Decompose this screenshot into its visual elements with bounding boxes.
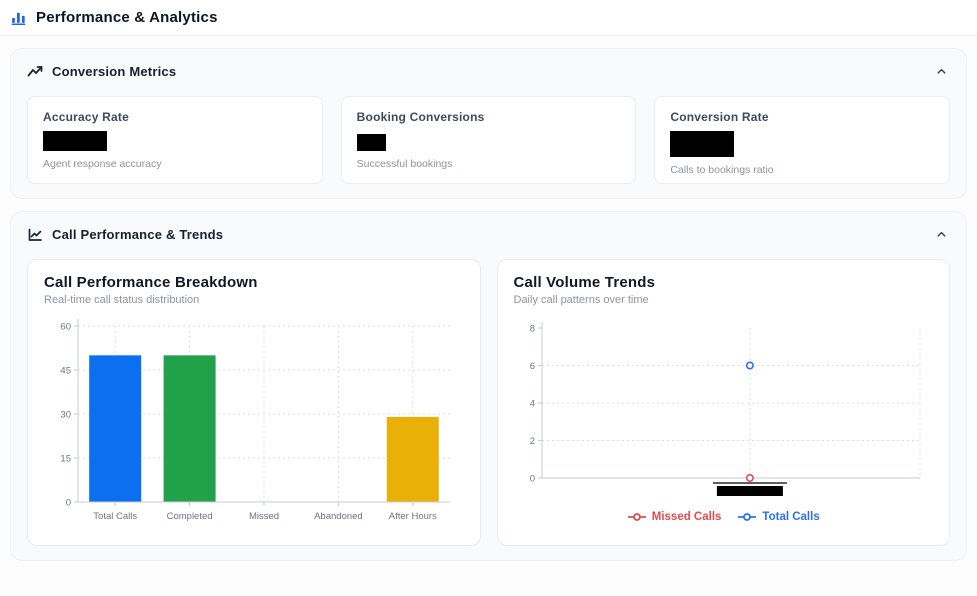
trending-up-icon — [27, 65, 43, 76]
metric-card-accuracy-rate: Accuracy Rate Agent response accuracy — [27, 96, 323, 184]
metric-cards-row: Accuracy Rate Agent response accuracy Bo… — [27, 96, 951, 184]
chart-title: Call Performance Breakdown — [44, 274, 258, 291]
chevron-up-icon — [937, 68, 946, 74]
call-performance-trends-title: Call Performance & Trends — [52, 227, 224, 242]
svg-text:30: 30 — [60, 410, 71, 421]
svg-text:2: 2 — [529, 436, 534, 447]
chart-legend: Missed Calls Total Calls — [514, 511, 934, 523]
missed-calls-marker-icon — [627, 513, 646, 521]
conversion-metrics-section: Conversion Metrics Accuracy Rate Agent r… — [10, 48, 967, 199]
total-calls-marker-icon — [738, 513, 757, 521]
svg-text:Completed: Completed — [167, 511, 213, 522]
metric-card-booking-conversions: Booking Conversions Successful bookings — [340, 96, 637, 184]
svg-text:6: 6 — [529, 361, 534, 372]
svg-text:8: 8 — [529, 324, 534, 335]
metric-title: Conversion Rate — [670, 110, 769, 124]
svg-text:Missed: Missed — [249, 511, 279, 522]
metric-subtitle: Calls to bookings ratio — [670, 164, 774, 176]
svg-text:Total Calls: Total Calls — [93, 511, 137, 522]
chart-title: Call Volume Trends — [513, 274, 656, 291]
call-performance-trends-header: Call Performance & Trends — [27, 226, 950, 243]
metric-subtitle: Agent response accuracy — [43, 158, 162, 170]
bar-chart: 0 15 30 45 60 Total Calls Completed Missed Aband… — [60, 319, 450, 522]
svg-text:0: 0 — [529, 474, 534, 485]
metric-title: Accuracy Rate — [43, 110, 129, 124]
chart-card-call-performance-breakdown: Call Performance Breakdown Real-time cal… — [27, 259, 481, 546]
collapse-conversion-section-button[interactable] — [933, 63, 950, 80]
conversion-metrics-header: Conversion Metrics — [27, 63, 950, 80]
bar-chart-icon — [11, 12, 26, 26]
redacted-value — [356, 134, 386, 151]
svg-text:45: 45 — [60, 366, 71, 377]
chevron-up-icon — [937, 231, 946, 237]
svg-text:Abandoned: Abandoned — [314, 511, 363, 522]
svg-text:0: 0 — [66, 498, 71, 509]
charts-row: Call Performance Breakdown Real-time cal… — [27, 259, 950, 546]
page-title: Performance & Analytics — [36, 9, 218, 26]
metric-card-conversion-rate: Conversion Rate Calls to bookings ratio — [654, 96, 951, 184]
redacted-value — [670, 131, 735, 157]
call-performance-trends-section: Call Performance & Trends Call Performan… — [10, 211, 967, 561]
chart-subtitle: Daily call patterns over time — [513, 294, 649, 306]
legend-item-total-calls[interactable]: Total Calls — [737, 511, 820, 523]
svg-text:4: 4 — [529, 399, 534, 410]
svg-text:60: 60 — [60, 322, 71, 333]
svg-text:15: 15 — [60, 454, 71, 465]
metric-subtitle: Successful bookings — [356, 158, 453, 170]
collapse-performance-section-button[interactable] — [933, 226, 950, 243]
scatter-chart: 0 2 4 6 8 — [529, 322, 920, 496]
svg-text:After Hours: After Hours — [389, 511, 437, 522]
chart-card-call-volume-trends: Call Volume Trends Daily call patterns o… — [496, 259, 950, 546]
legend-item-missed-calls[interactable]: Missed Calls — [627, 511, 722, 523]
chart-subtitle: Real-time call status distribution — [44, 294, 200, 306]
line-chart-icon — [28, 228, 42, 241]
metric-title: Booking Conversions — [356, 110, 485, 124]
legend-label: Total Calls — [762, 511, 820, 523]
legend-label: Missed Calls — [651, 511, 722, 523]
page-header: Performance & Analytics — [0, 0, 977, 36]
redacted-value — [43, 131, 107, 151]
conversion-metrics-title: Conversion Metrics — [52, 64, 177, 79]
